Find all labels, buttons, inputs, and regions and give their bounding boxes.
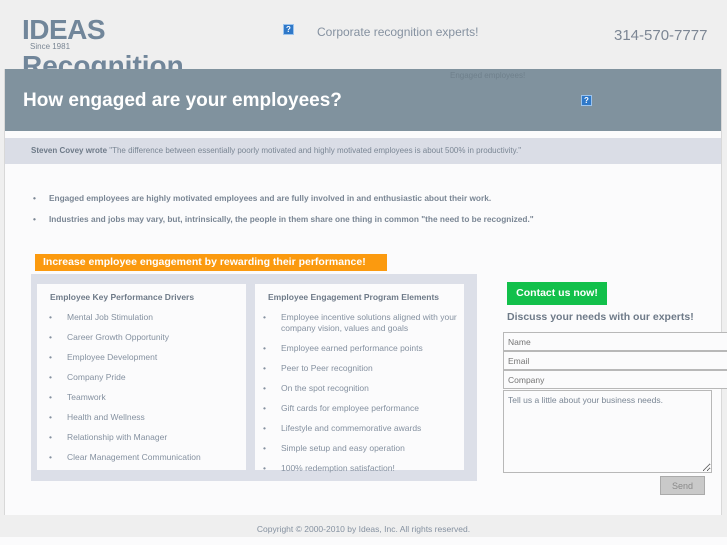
list-item: 100% redemption satisfaction! bbox=[263, 463, 464, 474]
program-box: Employee Key Performance Drivers Mental … bbox=[31, 274, 477, 481]
tagline: Corporate recognition experts! bbox=[317, 25, 479, 39]
hero-faint-text: Engaged employees! bbox=[450, 71, 526, 80]
list-item: Engaged employees are highly motivated e… bbox=[33, 193, 534, 203]
name-field[interactable] bbox=[503, 332, 727, 351]
list-item: Teamwork bbox=[49, 392, 246, 403]
list-item: Company Pride bbox=[49, 372, 246, 383]
send-button[interactable]: Send bbox=[660, 476, 705, 495]
company-field[interactable] bbox=[503, 370, 727, 389]
list-item: Simple setup and easy operation bbox=[263, 443, 464, 454]
elements-column: Employee Engagement Program Elements Emp… bbox=[255, 284, 464, 474]
elements-title: Employee Engagement Program Elements bbox=[268, 292, 439, 302]
hero-banner: Engaged employees! How engaged are your … bbox=[5, 69, 721, 131]
list-item: Lifestyle and commemorative awards bbox=[263, 423, 464, 434]
drivers-list: Mental Job Stimulation Career Growth Opp… bbox=[37, 312, 246, 463]
phone-number: 314-570-7777 bbox=[614, 27, 708, 44]
copyright-text: Copyright © 2000-2010 by Ideas, Inc. All… bbox=[256, 524, 471, 534]
list-item: Industries and jobs may vary, but, intri… bbox=[33, 214, 534, 224]
elements-list: Employee incentive solutions aligned wit… bbox=[255, 312, 464, 474]
quote-text: "The difference between essentially poor… bbox=[107, 146, 522, 155]
main-panel: Engaged employees! How engaged are your … bbox=[4, 69, 727, 515]
intro-bullets: Engaged employees are highly motivated e… bbox=[33, 193, 534, 235]
contact-us-button[interactable]: Contact us now! bbox=[507, 282, 607, 305]
help-icon[interactable]: ? bbox=[283, 24, 294, 35]
contact-heading: Discuss your needs with our experts! bbox=[507, 311, 694, 323]
list-item: Career Growth Opportunity bbox=[49, 332, 246, 343]
quote-author: Steven Covey wrote bbox=[31, 146, 108, 155]
list-item: On the spot recognition bbox=[263, 383, 464, 394]
drivers-title: Employee Key Performance Drivers bbox=[50, 292, 195, 302]
top-header: IDEAS Since 1981 Recognition ? Corporate… bbox=[0, 0, 727, 81]
message-textarea[interactable]: Tell us a little about your business nee… bbox=[503, 390, 712, 473]
help-icon[interactable]: ? bbox=[581, 95, 592, 106]
engagement-banner: Increase employee engagement by rewardin… bbox=[35, 254, 387, 271]
list-item: Clear Management Communication bbox=[49, 452, 246, 463]
list-item: Health and Wellness bbox=[49, 412, 246, 423]
page-title: How engaged are your employees? bbox=[23, 90, 342, 111]
list-item: Mental Job Stimulation bbox=[49, 312, 246, 323]
list-item: Employee Development bbox=[49, 352, 246, 363]
list-item: Gift cards for employee performance bbox=[263, 403, 464, 414]
quote-bar: Steven Covey wrote "The difference betwe… bbox=[5, 138, 721, 164]
list-item: Employee incentive solutions aligned wit… bbox=[263, 312, 464, 334]
list-item: Employee earned performance points bbox=[263, 343, 464, 354]
drivers-column: Employee Key Performance Drivers Mental … bbox=[37, 284, 246, 470]
list-item: Peer to Peer recognition bbox=[263, 363, 464, 374]
list-item: Relationship with Manager bbox=[49, 432, 246, 443]
email-field[interactable] bbox=[503, 351, 727, 370]
bottom-strip bbox=[0, 537, 727, 545]
